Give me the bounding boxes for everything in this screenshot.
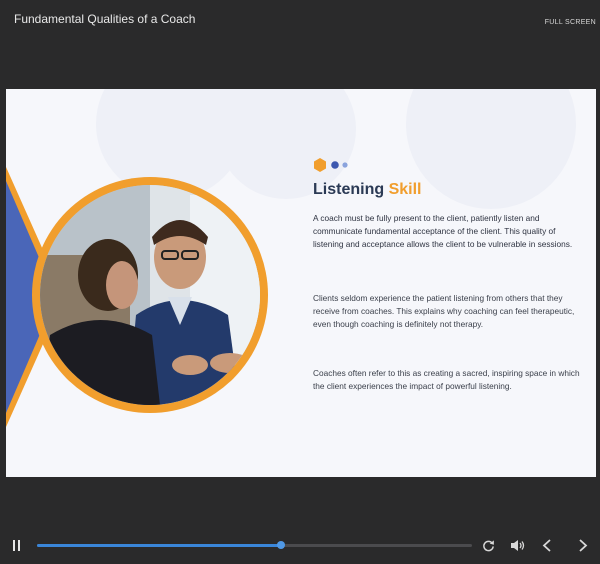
volume-icon[interactable]: [510, 539, 525, 552]
pause-icon[interactable]: [12, 540, 22, 552]
heading-accent: Skill: [388, 181, 422, 198]
progress-fill: [37, 544, 281, 547]
course-title: Fundamental Qualities of a Coach: [14, 12, 196, 26]
decorative-dots-icon: [314, 158, 348, 172]
progress-handle[interactable]: [276, 541, 285, 549]
slide-heading: Listening Skill: [313, 181, 421, 199]
paragraph-2: Clients seldom experience the patient li…: [313, 293, 575, 329]
fullscreen-button[interactable]: FULL SCREEN: [545, 19, 596, 26]
paragraph-3: Coaches often refer to this as creating …: [313, 368, 580, 391]
slide: Listening Skill A coach must be fully pr…: [6, 89, 596, 477]
background-circle: [406, 89, 576, 209]
player-controls: [0, 524, 600, 564]
replay-icon[interactable]: [482, 539, 495, 552]
paragraph-1: A coach must be fully present to the cli…: [313, 213, 573, 249]
prev-icon[interactable]: [542, 539, 552, 552]
title-bar: Fundamental Qualities of a Coach FULL SC…: [0, 0, 600, 40]
next-icon[interactable]: [578, 539, 588, 552]
two-men-talking-image: [40, 185, 260, 405]
heading-main: Listening: [313, 181, 385, 198]
progress-bar[interactable]: [37, 541, 472, 549]
coaching-photo: [40, 185, 260, 405]
